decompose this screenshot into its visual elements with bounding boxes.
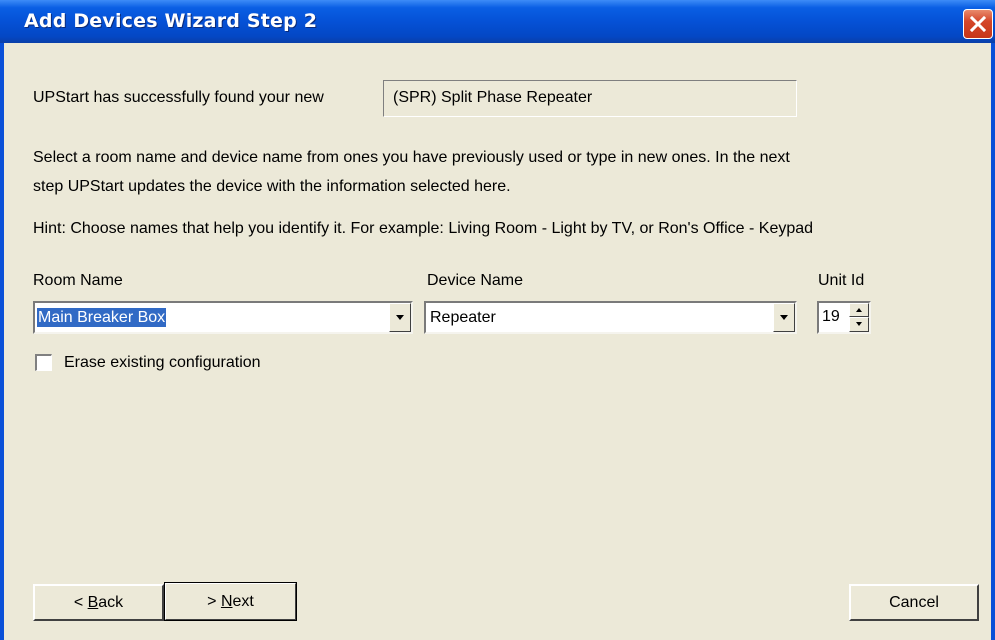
instructions-line-1: Select a room name and device name from … bbox=[33, 149, 790, 166]
room-name-label: Room Name bbox=[33, 272, 123, 289]
device-name-value[interactable]: Repeater bbox=[430, 308, 496, 327]
device-name-combobox[interactable]: Repeater bbox=[424, 301, 797, 334]
cancel-button[interactable]: Cancel bbox=[849, 584, 979, 621]
window-frame-right bbox=[991, 43, 995, 640]
erase-configuration-checkbox[interactable] bbox=[35, 354, 52, 371]
next-button[interactable]: > Next bbox=[164, 582, 297, 621]
title-bar[interactable]: Add Devices Wizard Step 2 bbox=[0, 0, 995, 43]
back-button-label: ack bbox=[98, 594, 124, 611]
room-name-dropdown-button[interactable] bbox=[389, 303, 411, 332]
hint-text: Hint: Choose names that help you identif… bbox=[33, 220, 814, 237]
unit-id-increment-button[interactable] bbox=[849, 303, 869, 317]
unit-id-value[interactable]: 19 bbox=[822, 308, 840, 326]
unit-id-decrement-button[interactable] bbox=[849, 317, 869, 332]
chevron-down-icon bbox=[780, 315, 788, 320]
chevron-down-icon bbox=[396, 315, 404, 320]
unit-id-label: Unit Id bbox=[818, 272, 865, 289]
device-name-dropdown-button[interactable] bbox=[773, 303, 795, 332]
window-title: Add Devices Wizard Step 2 bbox=[24, 10, 318, 32]
unit-id-spinner[interactable]: 19 bbox=[817, 301, 871, 334]
window-frame-left bbox=[0, 43, 4, 640]
chevron-up-icon bbox=[856, 308, 862, 312]
next-button-mnemonic: N bbox=[220, 593, 233, 610]
instructions-line-2: step UPStart updates the device with the… bbox=[33, 178, 511, 195]
device-name-label: Device Name bbox=[427, 272, 524, 289]
back-button[interactable]: < Back bbox=[33, 584, 164, 621]
room-name-combobox[interactable]: Main Breaker Box bbox=[33, 301, 413, 334]
next-button-prefix: > bbox=[207, 593, 221, 610]
found-device-box: (SPR) Split Phase Repeater bbox=[383, 80, 797, 117]
erase-configuration-label[interactable]: Erase existing configuration bbox=[64, 354, 261, 372]
next-button-label: ext bbox=[232, 593, 254, 610]
found-label: UPStart has successfully found your new bbox=[33, 89, 324, 106]
close-button[interactable] bbox=[963, 9, 993, 39]
back-button-mnemonic: B bbox=[87, 594, 99, 611]
back-button-prefix: < bbox=[73, 594, 88, 611]
close-icon bbox=[970, 16, 986, 32]
found-device-name: (SPR) Split Phase Repeater bbox=[393, 89, 593, 106]
chevron-down-icon bbox=[856, 322, 862, 326]
room-name-value[interactable]: Main Breaker Box bbox=[37, 308, 167, 327]
